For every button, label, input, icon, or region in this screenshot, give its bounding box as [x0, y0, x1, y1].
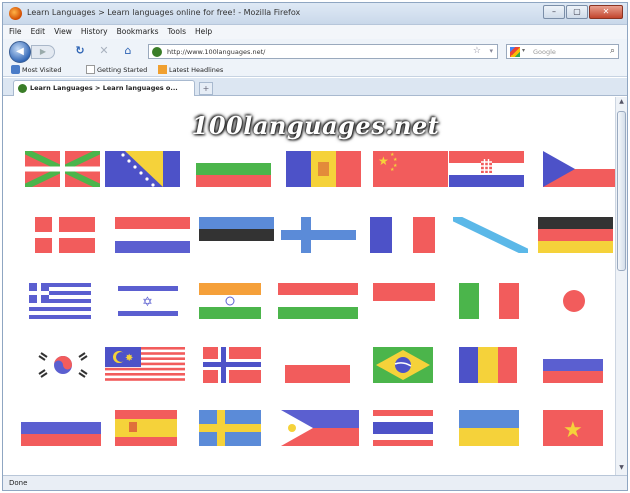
france-flag-icon[interactable]: [370, 217, 435, 253]
rss-feed-icon: [158, 65, 167, 74]
menu-bookmarks[interactable]: Bookmarks: [117, 25, 159, 39]
close-button[interactable]: ✕: [589, 5, 623, 19]
tab-active[interactable]: Learn Languages > Learn languages o...: [13, 80, 195, 96]
menu-file[interactable]: File: [9, 25, 22, 39]
finland-flag-icon[interactable]: [281, 217, 356, 253]
svg-text:★: ★: [390, 167, 395, 173]
italy-flag-icon[interactable]: [459, 283, 519, 319]
firefox-logo-icon: [9, 7, 22, 20]
menu-help[interactable]: Help: [195, 25, 212, 39]
bookmarks-toolbar: Most Visited Getting Started Latest Head…: [3, 63, 627, 77]
bookmark-folder-icon: [11, 65, 20, 74]
croatia-flag-icon[interactable]: [449, 151, 524, 187]
page-icon: [86, 65, 95, 74]
site-logo[interactable]: 100languages.net: [188, 111, 443, 140]
spain-flag-icon[interactable]: [115, 410, 177, 446]
philippines-flag-icon[interactable]: [281, 410, 359, 446]
slovenia-flag-icon[interactable]: [21, 410, 101, 446]
title-bar: Learn Languages > Learn languages online…: [3, 3, 627, 25]
svg-text:✸: ✸: [125, 353, 133, 364]
svg-text:★: ★: [378, 154, 389, 168]
minimize-button[interactable]: –: [543, 5, 565, 19]
search-box[interactable]: ▾ Google ⌕: [506, 44, 619, 59]
menu-view[interactable]: View: [54, 25, 72, 39]
vietnam-flag-icon[interactable]: ★: [543, 410, 603, 446]
bookmark-label: Getting Started: [97, 65, 148, 74]
site-favicon-icon: [152, 47, 162, 57]
basque-flag-icon[interactable]: [25, 151, 100, 187]
navigation-toolbar: ◀ ▶ ↻ ✕ ⌂ http://www.100languages.net/ ☆…: [3, 39, 627, 63]
url-dropdown-icon[interactable]: ▾: [489, 47, 493, 55]
czech-flag-icon[interactable]: [543, 151, 615, 187]
andorra-flag-icon[interactable]: [286, 151, 361, 187]
url-text[interactable]: http://www.100languages.net/: [167, 48, 265, 56]
india-flag-icon[interactable]: [199, 283, 261, 319]
romania-flag-icon[interactable]: [459, 347, 517, 383]
bookmark-latest-headlines[interactable]: Latest Headlines: [158, 65, 223, 74]
galicia-flag-icon[interactable]: [453, 217, 528, 253]
greece-flag-icon[interactable]: [29, 283, 91, 319]
bosnia-flag-icon[interactable]: [105, 151, 180, 187]
status-text: Done: [9, 479, 28, 487]
stop-icon[interactable]: ✕: [97, 44, 111, 58]
tab-label: Learn Languages > Learn languages o...: [30, 84, 178, 92]
search-icon[interactable]: ⌕: [610, 46, 615, 56]
thailand-flag-icon[interactable]: [373, 410, 433, 446]
vertical-scrollbar[interactable]: ▲ ▼: [615, 97, 627, 475]
browser-window: Learn Languages > Learn languages online…: [2, 2, 628, 491]
menu-history[interactable]: History: [81, 25, 108, 39]
bookmark-getting-started[interactable]: Getting Started: [86, 65, 147, 74]
denmark-flag-icon[interactable]: [35, 217, 95, 253]
sweden-flag-icon[interactable]: [199, 410, 261, 446]
japan-flag-icon[interactable]: [543, 283, 605, 319]
menu-edit[interactable]: Edit: [31, 25, 46, 39]
germany-flag-icon[interactable]: [538, 217, 613, 253]
bulgaria-flag-icon[interactable]: [196, 151, 271, 187]
home-icon[interactable]: ⌂: [121, 44, 135, 58]
bookmark-star-icon[interactable]: ☆: [473, 46, 481, 56]
ukraine-flag-icon[interactable]: [459, 410, 519, 446]
scroll-thumb[interactable]: [617, 111, 626, 271]
new-tab-button[interactable]: +: [199, 82, 213, 95]
bookmark-label: Most Visited: [22, 65, 62, 74]
norway-flag-icon[interactable]: [203, 347, 261, 383]
menu-bar: File Edit View History Bookmarks Tools H…: [3, 25, 627, 39]
google-engine-icon[interactable]: [510, 47, 520, 57]
tab-strip: Learn Languages > Learn languages o... +: [3, 78, 627, 96]
israel-flag-icon[interactable]: ✡: [118, 283, 178, 319]
forward-button[interactable]: ▶: [31, 45, 55, 59]
malaysia-flag-icon[interactable]: ✸: [105, 347, 185, 383]
hungary-flag-icon[interactable]: [278, 283, 358, 319]
netherlands-flag-icon[interactable]: [115, 217, 190, 253]
estonia-flag-icon[interactable]: [199, 217, 274, 253]
address-bar[interactable]: http://www.100languages.net/ ☆ ▾: [148, 44, 498, 59]
brazil-flag-icon[interactable]: [373, 347, 433, 383]
engine-dropdown-icon[interactable]: ▾: [522, 47, 525, 54]
reload-icon[interactable]: ↻: [73, 44, 87, 58]
window-controls: – ▢ ✕: [543, 5, 623, 19]
china-flag-icon[interactable]: ★ ★ ★ ★ ★: [373, 151, 448, 187]
menu-tools[interactable]: Tools: [168, 25, 186, 39]
back-button[interactable]: ◀: [9, 41, 31, 63]
maximize-button[interactable]: ▢: [566, 5, 588, 19]
scroll-down-icon[interactable]: ▼: [617, 464, 626, 474]
russia-flag-icon[interactable]: [543, 347, 603, 383]
bookmark-label: Latest Headlines: [169, 65, 224, 74]
svg-text:✡: ✡: [142, 295, 153, 310]
page-content: 100languages.net ★ ★ ★ ★ ★ ✡ ✸ ★: [3, 97, 615, 475]
window-title: Learn Languages > Learn languages online…: [27, 8, 301, 17]
svg-text:★: ★: [563, 418, 583, 443]
indonesia-flag-icon[interactable]: [373, 283, 435, 319]
status-bar: Done: [3, 475, 627, 490]
scroll-up-icon[interactable]: ▲: [617, 98, 626, 108]
search-placeholder[interactable]: Google: [533, 48, 556, 56]
tab-favicon-icon: [18, 84, 27, 93]
korea-flag-icon[interactable]: [33, 347, 93, 383]
bookmark-most-visited[interactable]: Most Visited: [11, 65, 62, 74]
poland-flag-icon[interactable]: [285, 347, 350, 383]
